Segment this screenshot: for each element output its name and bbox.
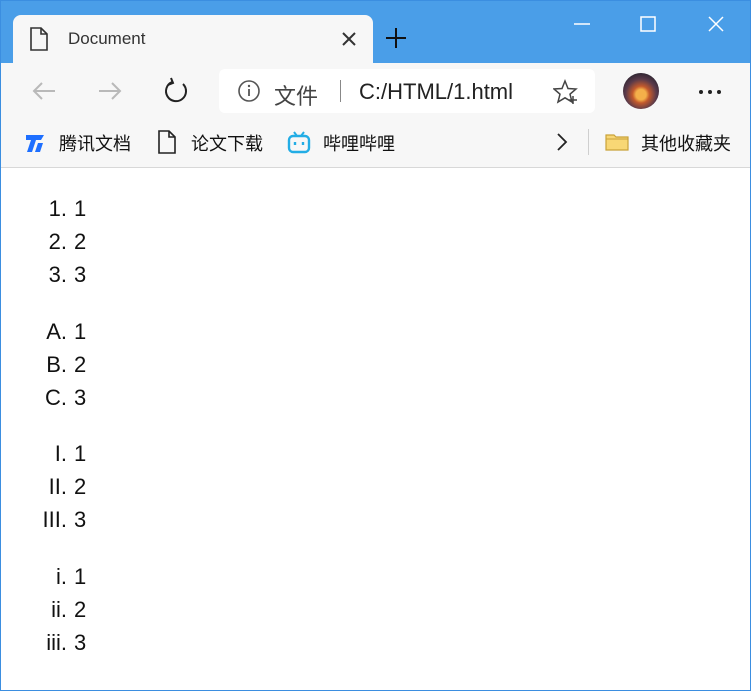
bilibili-icon — [287, 131, 311, 154]
more-options-icon[interactable] — [695, 77, 725, 107]
list-item-text: 1 — [74, 196, 87, 221]
refresh-icon[interactable] — [161, 76, 191, 106]
list-marker: iii. — [46, 630, 67, 655]
list-marker: 3. — [48, 262, 67, 287]
info-icon[interactable] — [237, 79, 261, 103]
tab-document[interactable]: Document — [13, 15, 373, 63]
page-content: 1. 1 2. 2 3. 3 A. 1 B. 2 C. 3 I. 1 II. 2 III. 3 i… — [1, 168, 750, 690]
list-item-text: 2 — [74, 474, 87, 499]
bookmark-label: 腾讯文档 — [59, 134, 131, 154]
bookmark-bilibili[interactable]: 哔哩哔哩 — [287, 127, 402, 157]
navigation-toolbar: 文件 C:/HTML/1.html — [1, 63, 750, 119]
forward-icon[interactable] — [95, 76, 125, 106]
list-marker: ii. — [51, 597, 67, 622]
bookmark-tencent-docs[interactable]: 腾讯文档 — [23, 127, 138, 157]
list-marker: 2. — [48, 229, 67, 254]
list-marker: III. — [42, 507, 67, 532]
address-separator — [340, 80, 341, 102]
tencent-docs-icon — [26, 135, 44, 152]
url-text[interactable]: C:/HTML/1.html — [359, 79, 513, 105]
folder-icon — [605, 134, 629, 151]
list-marker: 1. — [48, 196, 67, 221]
list-marker: i. — [56, 564, 67, 589]
file-protocol-label: 文件 — [274, 84, 319, 109]
maximize-icon[interactable] — [633, 9, 663, 39]
profile-avatar[interactable] — [623, 73, 659, 109]
list-marker: B. — [46, 352, 67, 377]
page-icon — [30, 27, 48, 51]
close-tab-icon[interactable] — [337, 27, 361, 51]
list-marker: I. — [54, 441, 67, 466]
list-marker: A. — [46, 319, 67, 344]
browser-window: Document 文件 C:/HTML/1.html 腾讯文档 论文下载 哔哩哔… — [0, 0, 751, 691]
new-tab-icon[interactable] — [383, 25, 409, 51]
minimize-icon[interactable] — [567, 9, 597, 39]
bookmark-paper-download[interactable]: 论文下载 — [155, 127, 270, 157]
list-item-text: 3 — [74, 262, 87, 287]
back-icon[interactable] — [29, 76, 59, 106]
title-bar: Document — [1, 1, 750, 63]
other-bookmarks-folder[interactable]: 其他收藏夹 — [605, 127, 735, 157]
close-window-icon[interactable] — [701, 9, 731, 39]
tab-title: Document — [68, 29, 146, 48]
list-item-text: 1 — [74, 319, 87, 344]
bookmark-label: 论文下载 — [191, 134, 263, 154]
list-item-text: 3 — [74, 385, 87, 410]
favorite-star-icon[interactable] — [553, 79, 579, 105]
list-item-text: 3 — [74, 630, 87, 655]
bookmark-label: 其他收藏夹 — [641, 134, 731, 154]
list-marker: C. — [45, 385, 67, 410]
list-item-text: 3 — [74, 507, 87, 532]
bookmark-label: 哔哩哔哩 — [323, 134, 395, 154]
list-item-text: 2 — [74, 597, 87, 622]
list-item-text: 1 — [74, 564, 87, 589]
chevron-right-icon[interactable] — [551, 130, 573, 154]
page-icon — [158, 130, 176, 154]
list-item-text: 1 — [74, 441, 87, 466]
list-marker: II. — [48, 474, 67, 499]
list-item-text: 2 — [74, 229, 87, 254]
list-item-text: 2 — [74, 352, 87, 377]
address-bar[interactable]: 文件 C:/HTML/1.html — [219, 69, 595, 113]
bookmarks-divider — [588, 129, 589, 155]
bookmarks-bar: 腾讯文档 论文下载 哔哩哔哩 其他收藏夹 — [1, 119, 750, 168]
